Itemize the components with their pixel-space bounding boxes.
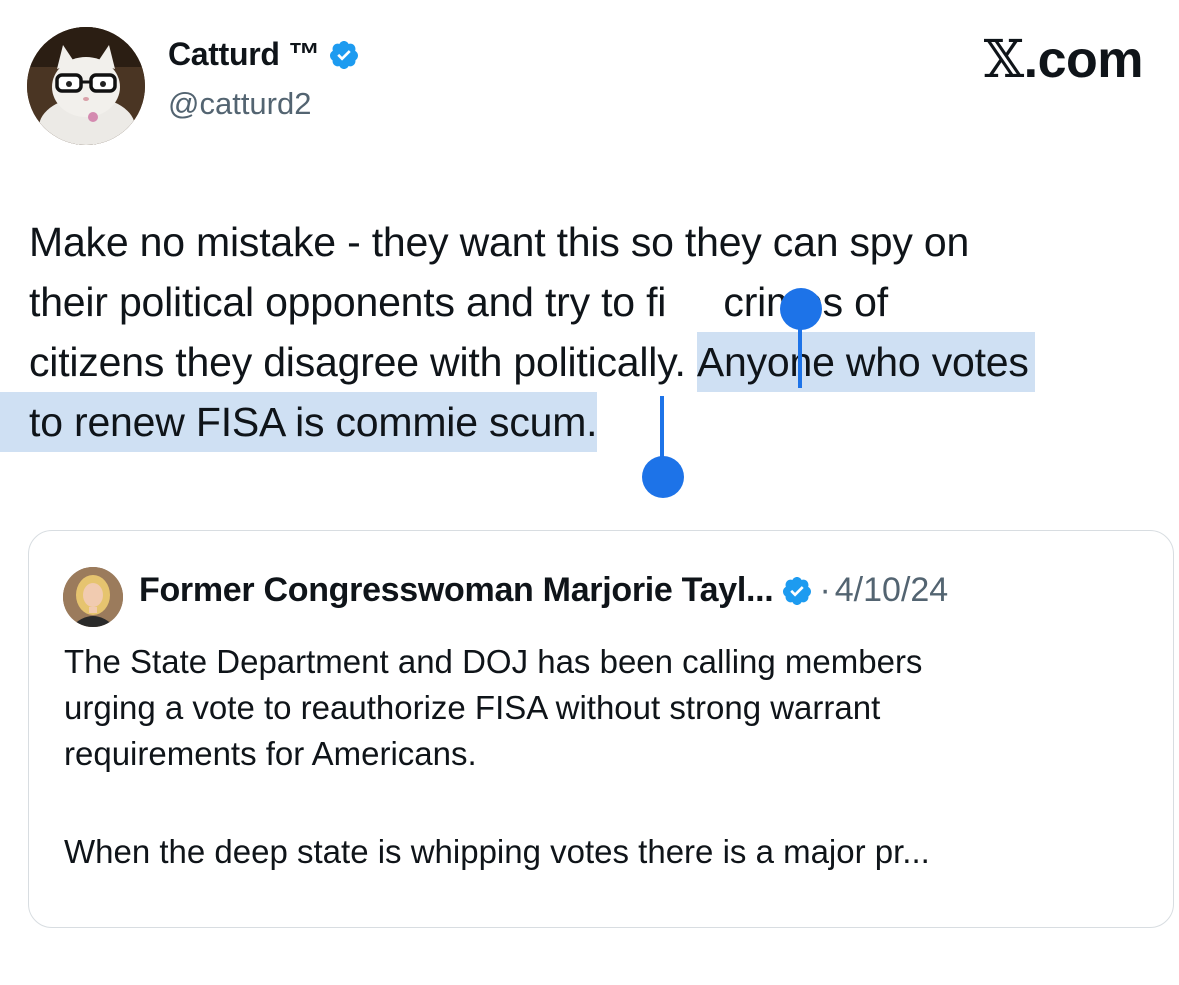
selected-text-part-1[interactable]: Anyone who votes	[696, 332, 1035, 392]
tweet-line-2-start: their political opponents and try to fi	[29, 279, 667, 325]
woman-portrait-avatar-icon	[63, 567, 123, 627]
author-name[interactable]: Catturd ™	[168, 36, 320, 73]
tweet-line-2: their political opponents and try to fi …	[29, 272, 1179, 332]
author-avatar[interactable]	[27, 27, 145, 145]
x-logo-icon: 𝕏	[983, 30, 1024, 90]
quote-line-2: urging a vote to reauthorize FISA withou…	[64, 689, 881, 726]
quote-author-avatar[interactable]	[63, 567, 123, 627]
selection-start-handle[interactable]	[780, 288, 822, 330]
brand-suffix: .com	[1023, 31, 1144, 89]
cat-with-glasses-avatar-icon	[27, 27, 145, 145]
tweet-line-1: Make no mistake - they want this so they…	[29, 219, 970, 265]
quote-body: The State Department and DOJ has been ca…	[64, 639, 1144, 875]
verified-badge-icon	[783, 576, 812, 605]
tweet-line-4: to renew FISA is commie scum.	[0, 392, 1179, 452]
quote-line-4: When the deep state is whipping votes th…	[64, 833, 930, 870]
author-handle[interactable]: @catturd2	[168, 86, 311, 122]
tweet-line-3: citizens they disagree with politically.…	[29, 332, 1179, 392]
quote-line-1: The State Department and DOJ has been ca…	[64, 643, 923, 680]
quoted-tweet-card[interactable]: Former Congresswoman Marjorie Tayl... · …	[28, 530, 1174, 928]
brand-watermark: 𝕏.com	[983, 30, 1144, 90]
quote-separator: ·	[819, 571, 831, 609]
selection-end-handle[interactable]	[642, 456, 684, 498]
selection-start-caret	[798, 326, 802, 388]
quote-line-3: requirements for Americans.	[64, 735, 477, 772]
selected-text-part-2[interactable]: to renew FISA is commie scum.	[0, 392, 598, 452]
author-name-row[interactable]: Catturd ™	[168, 36, 360, 73]
quote-header: Former Congresswoman Marjorie Tayl... · …	[139, 571, 948, 610]
verified-badge-icon	[329, 40, 358, 69]
quote-author-name[interactable]: Former Congresswoman Marjorie Tayl...	[139, 571, 774, 610]
tweet-text[interactable]: Make no mistake - they want this so they…	[0, 212, 1179, 452]
tweet-line-3-start: citizens they disagree with politically.	[29, 339, 697, 385]
selection-end-caret	[660, 396, 664, 458]
quote-date[interactable]: 4/10/24	[835, 571, 948, 610]
